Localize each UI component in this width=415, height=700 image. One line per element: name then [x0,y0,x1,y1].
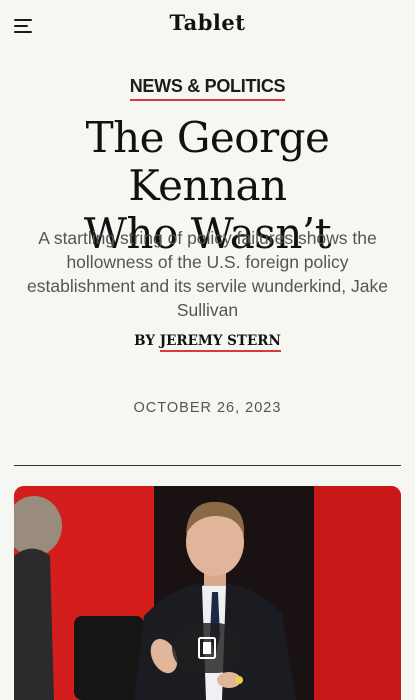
headline-line-1: The George Kennan [85,113,330,210]
byline: BY JEREMY STERN [0,333,415,352]
section-link[interactable]: NEWS & POLITICS [129,76,286,101]
byline-prefix: BY [134,333,155,349]
section-label: NEWS & POLITICS [0,76,415,101]
top-bar: Tablet [0,0,415,54]
reader-mode-icon [198,637,216,659]
publish-date: OCTOBER 26, 2023 [133,400,282,416]
author-link[interactable]: JEREMY STERN [159,333,281,352]
site-logo[interactable]: Tablet [0,10,415,35]
article-dek: A startling string of policy failures sh… [27,228,388,320]
divider [14,465,401,466]
reader-mode-button[interactable] [172,623,242,673]
